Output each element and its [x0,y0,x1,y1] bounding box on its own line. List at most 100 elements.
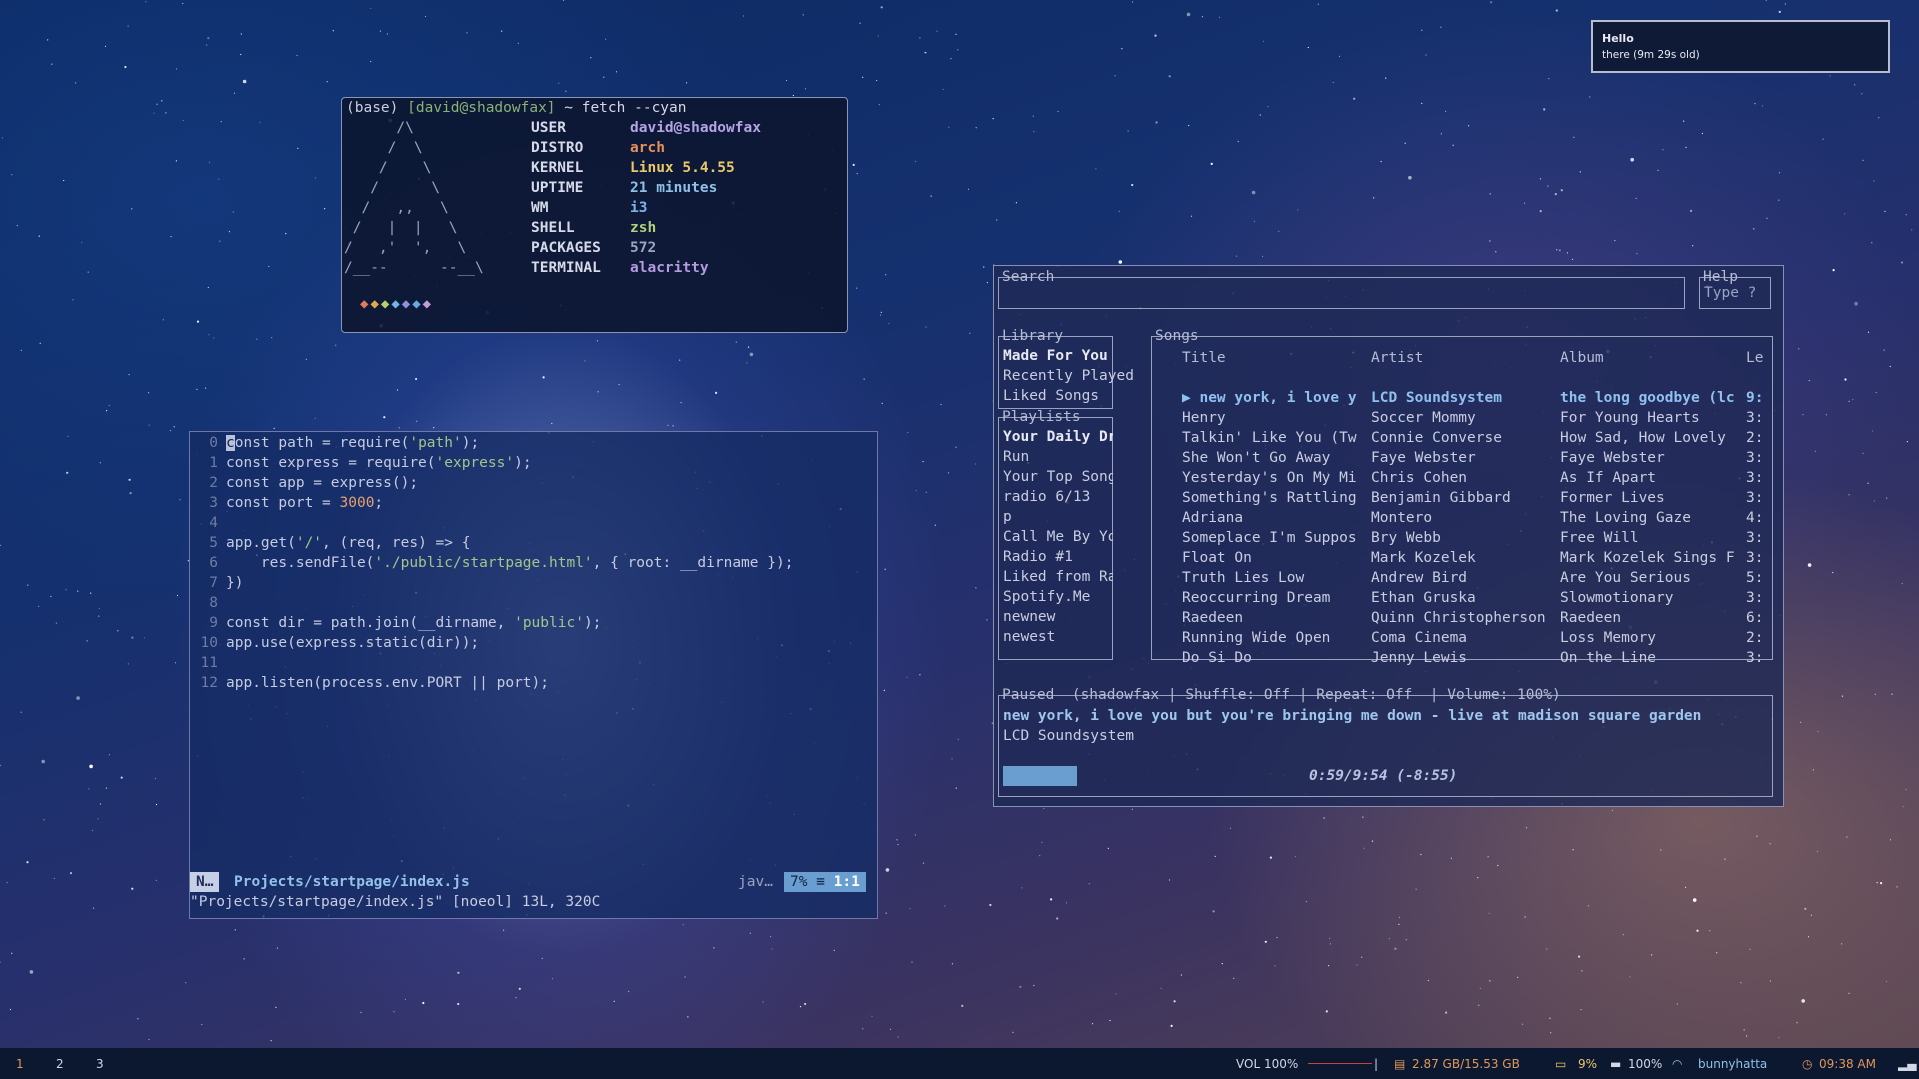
song-title[interactable]: Talkin' Like You (Tw [1182,428,1367,448]
workspace-2[interactable]: 2 [56,1057,64,1071]
song-artist[interactable]: Jenny Lewis [1371,648,1556,668]
code-line[interactable]: 12 app.listen(process.env.PORT || port); [190,673,549,693]
playlist-item[interactable]: newnew [1003,607,1113,627]
code-line[interactable]: 6 res.sendFile('./public/startpage.html'… [190,553,793,573]
code-line[interactable]: 8 [190,593,226,613]
code-line[interactable]: 7}) [190,573,243,593]
song-length[interactable]: 3: [1746,488,1770,508]
vim-editor-window[interactable]: 0 const path = require('path'); 1 const exp… [189,431,878,919]
playlist-item[interactable]: Call Me By Your [1003,527,1113,547]
code-line[interactable]: 3 const port = 3000; [190,493,383,513]
song-length[interactable]: 3: [1746,648,1770,668]
song-artist[interactable]: Quinn Christopherson [1371,608,1556,628]
song-artist[interactable]: Benjamin Gibbard [1371,488,1556,508]
song-album[interactable]: As If Apart [1560,468,1744,488]
progress-bar[interactable] [1003,766,1077,786]
song-length[interactable]: 3: [1746,408,1770,428]
song-album[interactable]: Faye Webster [1560,448,1744,468]
song-length[interactable]: 6: [1746,608,1770,628]
song-artist[interactable]: LCD Soundsystem [1371,388,1556,408]
song-artist[interactable]: Faye Webster [1371,448,1556,468]
playlist-item[interactable]: Your Top Songs [1003,467,1113,487]
column-album[interactable]: Album [1560,348,1604,368]
song-title[interactable]: Float On [1182,548,1367,568]
song-length[interactable]: 3: [1746,588,1770,608]
column-length[interactable]: Le [1746,348,1763,368]
song-title[interactable]: Reoccurring Dream [1182,588,1367,608]
song-artist[interactable]: Soccer Mommy [1371,408,1556,428]
song-length[interactable]: 2: [1746,628,1770,648]
song-album[interactable]: Free Will [1560,528,1744,548]
code-line[interactable]: 2 const app = express(); [190,473,418,493]
song-album[interactable]: Are You Serious [1560,568,1744,588]
song-length[interactable]: 5: [1746,568,1770,588]
workspace-1[interactable]: 1 [16,1057,24,1071]
song-artist[interactable]: Bry Webb [1371,528,1556,548]
song-artist[interactable]: Ethan Gruska [1371,588,1556,608]
search-box[interactable]: Search [998,269,1685,309]
song-title[interactable]: She Won't Go Away [1182,448,1367,468]
song-album[interactable]: Mark Kozelek Sings F [1560,548,1744,568]
song-album[interactable]: Loss Memory [1560,628,1744,648]
song-length[interactable]: 9: [1746,388,1770,408]
library-item[interactable]: Recently Played [1003,366,1134,386]
playlist-item[interactable]: Your Daily Driv [1003,427,1113,447]
library-item[interactable]: Liked Songs [1003,386,1099,406]
song-album[interactable]: How Sad, How Lovely [1560,428,1744,448]
song-album[interactable]: For Young Hearts [1560,408,1744,428]
song-title[interactable]: Do Si Do [1182,648,1367,668]
playlist-item[interactable]: newest [1003,627,1113,647]
code-line[interactable]: 11 [190,653,226,673]
star-icon [551,978,554,980]
code-line[interactable]: 0 const path = require('path'); [190,433,479,453]
song-title[interactable]: Yesterday's On My Mi [1182,468,1367,488]
song-length[interactable]: 3: [1746,548,1770,568]
song-length[interactable]: 3: [1746,468,1770,488]
song-title[interactable]: Truth Lies Low [1182,568,1367,588]
playlist-item[interactable]: Run [1003,447,1113,467]
song-album[interactable]: the long goodbye (lc [1560,388,1744,408]
song-title[interactable]: Running Wide Open [1182,628,1367,648]
library-item[interactable]: Made For You [1003,346,1108,366]
notification-popup[interactable]: Hello there (9m 29s old) [1591,20,1890,73]
column-title[interactable]: Title [1182,348,1226,368]
song-album[interactable]: The Loving Gaze [1560,508,1744,528]
song-artist[interactable]: Coma Cinema [1371,628,1556,648]
workspace-3[interactable]: 3 [96,1057,104,1071]
song-album[interactable]: Raedeen [1560,608,1744,628]
song-length[interactable]: 2: [1746,428,1770,448]
star-icon [1229,827,1232,829]
spotify-tui-window[interactable]: Search Help Type ? Library Made For You R… [993,265,1784,807]
code-line[interactable]: 4 [190,513,226,533]
song-artist[interactable]: Montero [1371,508,1556,528]
playlist-item[interactable]: Radio #1 [1003,547,1113,567]
song-title[interactable]: ▶ new york, i love y [1182,388,1367,408]
song-artist[interactable]: Mark Kozelek [1371,548,1556,568]
code-line[interactable]: 9 const dir = path.join(__dirname, 'publi… [190,613,601,633]
song-artist[interactable]: Andrew Bird [1371,568,1556,588]
song-length[interactable]: 3: [1746,528,1770,548]
song-album[interactable]: Slowmotionary [1560,588,1744,608]
column-artist[interactable]: Artist [1371,348,1423,368]
song-length[interactable]: 3: [1746,448,1770,468]
help-box[interactable]: Help Type ? [1699,269,1771,309]
code-line[interactable]: 1 const express = require('express'); [190,453,531,473]
song-length[interactable]: 4: [1746,508,1770,528]
song-title[interactable]: Henry [1182,408,1367,428]
song-album[interactable]: On the Line [1560,648,1744,668]
song-album[interactable]: Former Lives [1560,488,1744,508]
song-title[interactable]: Adriana [1182,508,1367,528]
playlist-item[interactable]: radio 6/13 [1003,487,1113,507]
star-icon [1844,378,1847,381]
song-title[interactable]: Raedeen [1182,608,1367,628]
song-title[interactable]: Someplace I'm Suppos [1182,528,1367,548]
playlist-item[interactable]: p [1003,507,1113,527]
code-line[interactable]: 10 app.use(express.static(dir)); [190,633,480,653]
song-artist[interactable]: Connie Converse [1371,428,1556,448]
code-line[interactable]: 5 app.get('/', (req, res) => { [190,533,470,553]
fetch-terminal-window[interactable]: (base) [david@shadowfax] ~ fetch --cyan … [341,97,848,333]
playlist-item[interactable]: Spotify.Me [1003,587,1113,607]
song-title[interactable]: Something's Rattling [1182,488,1367,508]
playlist-item[interactable]: Liked from Radi [1003,567,1113,587]
song-artist[interactable]: Chris Cohen [1371,468,1556,488]
